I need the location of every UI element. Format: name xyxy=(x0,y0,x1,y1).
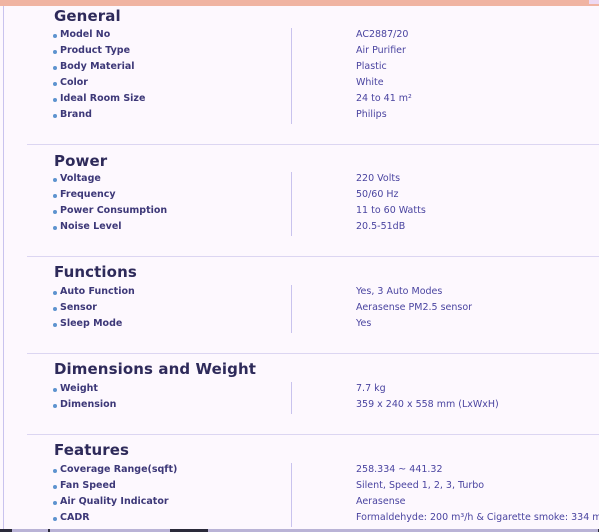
spec-value: Philips xyxy=(356,109,387,120)
spec-row: Dimension 359 x 240 x 558 mm (LxWxH) xyxy=(27,398,599,414)
spec-row: Color White xyxy=(27,76,599,92)
bullet-icon xyxy=(53,226,57,230)
spec-value: 50/60 Hz xyxy=(356,189,399,200)
spec-row: Auto Function Yes, 3 Auto Modes xyxy=(27,285,599,301)
section-title: Features xyxy=(54,441,130,459)
spec-value: Air Purifier xyxy=(356,45,406,56)
spec-label: Power Consumption xyxy=(60,205,168,216)
spec-value: Yes xyxy=(356,318,372,329)
spec-label: Dimension xyxy=(60,399,117,410)
section-divider xyxy=(27,353,599,354)
spec-label: Auto Function xyxy=(60,286,135,297)
section-title: Power xyxy=(54,152,108,170)
section-title: Dimensions and Weight xyxy=(54,360,257,378)
spec-row: Model No AC2887/20 xyxy=(27,28,599,44)
bullet-icon xyxy=(53,307,57,311)
spec-row: Frequency 50/60 Hz xyxy=(27,188,599,204)
spec-label: Ideal Room Size xyxy=(60,93,146,104)
bullet-icon xyxy=(53,82,57,86)
spec-value: 258.334 ~ 441.32 xyxy=(356,464,443,475)
bullet-icon xyxy=(53,98,57,102)
section-title: General xyxy=(54,7,121,25)
spec-value: 7.7 kg xyxy=(356,383,386,394)
section-functions: Functions Auto Function Yes, 3 Auto Mode… xyxy=(27,256,599,354)
bullet-icon xyxy=(53,404,57,408)
spec-label: Weight xyxy=(60,383,98,394)
spec-label: CADR xyxy=(60,512,90,523)
spec-label: Air Quality Indicator xyxy=(60,496,169,507)
bullet-icon xyxy=(53,469,57,473)
spec-value: White xyxy=(356,77,384,88)
spec-value: Plastic xyxy=(356,61,387,72)
bullet-icon xyxy=(53,114,57,118)
spec-row: Body Material Plastic xyxy=(27,60,599,76)
spec-label: Product Type xyxy=(60,45,131,56)
spec-label: Frequency xyxy=(60,189,116,200)
bullet-icon xyxy=(53,194,57,198)
bullet-icon xyxy=(53,323,57,327)
bullet-icon xyxy=(53,210,57,214)
spec-row: Fan Speed Silent, Speed 1, 2, 3, Turbo xyxy=(27,479,599,495)
spec-value: Aerasense PM2.5 sensor xyxy=(356,302,473,313)
bullet-icon xyxy=(53,291,57,295)
spec-row: Power Consumption 11 to 60 Watts xyxy=(27,204,599,220)
section-divider xyxy=(27,144,599,145)
spec-value: 359 x 240 x 558 mm (LxWxH) xyxy=(356,399,499,410)
spec-row: Air Quality Indicator Aerasense xyxy=(27,495,599,511)
spec-value: AC2887/20 xyxy=(356,29,409,40)
section-features: Features Coverage Range(sqft) 258.334 ~ … xyxy=(27,434,599,529)
spec-row: CADR Formaldehyde: 200 m³/h & Cigarette … xyxy=(27,511,599,527)
spec-label: Color xyxy=(60,77,88,88)
spec-label: Sensor xyxy=(60,302,97,313)
section-divider xyxy=(27,256,599,257)
section-power: Power Voltage 220 Volts Frequency 50/60 … xyxy=(27,144,599,257)
spec-value: Yes, 3 Auto Modes xyxy=(356,286,443,297)
spec-label: Brand xyxy=(60,109,92,120)
spec-row: Brand Philips xyxy=(27,108,599,124)
spec-row: Sensor Aerasense PM2.5 sensor xyxy=(27,301,599,317)
spec-label: Fan Speed xyxy=(60,480,116,491)
bullet-icon xyxy=(53,517,57,521)
bullet-icon xyxy=(53,501,57,505)
spec-row: Voltage 220 Volts xyxy=(27,172,599,188)
spec-row: Ideal Room Size 24 to 41 m² xyxy=(27,92,599,108)
spec-label: Voltage xyxy=(60,173,101,184)
spec-row: Sleep Mode Yes xyxy=(27,317,599,333)
spec-value: 220 Volts xyxy=(356,173,401,184)
section-general: General Model No AC2887/20 Product Type … xyxy=(27,0,599,145)
bullet-icon xyxy=(53,34,57,38)
spec-row: Coverage Range(sqft) 258.334 ~ 441.32 xyxy=(27,463,599,479)
section-divider xyxy=(27,434,599,435)
left-border xyxy=(3,6,4,532)
spec-row: Product Type Air Purifier xyxy=(27,44,599,60)
spec-value: 11 to 60 Watts xyxy=(356,205,426,216)
bullet-icon xyxy=(53,388,57,392)
spec-value: Aerasense xyxy=(356,496,406,507)
spec-label: Model No xyxy=(60,29,111,40)
spec-label: Body Material xyxy=(60,61,135,72)
bullet-icon xyxy=(53,178,57,182)
bullet-icon xyxy=(53,485,57,489)
spec-row: Weight 7.7 kg xyxy=(27,382,599,398)
spec-value: Silent, Speed 1, 2, 3, Turbo xyxy=(356,480,485,491)
spec-value: Formaldehyde: 200 m³/h & Cigarette smoke… xyxy=(356,512,599,523)
spec-label: Noise Level xyxy=(60,221,122,232)
bullet-icon xyxy=(53,50,57,54)
bullet-icon xyxy=(53,66,57,70)
section-title: Functions xyxy=(54,263,137,281)
spec-label: Sleep Mode xyxy=(60,318,123,329)
spec-value: 24 to 41 m² xyxy=(356,93,412,104)
spec-row: Noise Level 20.5-51dB xyxy=(27,220,599,236)
spec-label: Coverage Range(sqft) xyxy=(60,464,178,475)
spec-value: 20.5-51dB xyxy=(356,221,406,232)
section-dimensions-weight: Dimensions and Weight Weight 7.7 kg Dime… xyxy=(27,353,599,434)
